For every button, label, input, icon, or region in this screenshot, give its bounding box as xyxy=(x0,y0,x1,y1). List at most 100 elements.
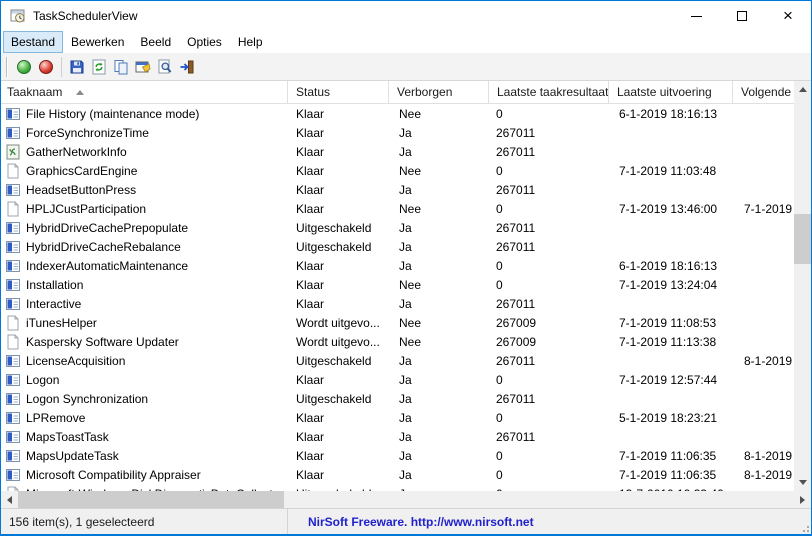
task-nextrun xyxy=(733,104,794,123)
table-row[interactable]: GatherNetworkInfo Klaar Ja 267011 xyxy=(1,142,794,161)
column-label: Verborgen xyxy=(397,85,453,99)
table-row[interactable]: Microsoft-Windows-DiskDiagnosticDataColl… xyxy=(1,484,794,491)
exit-icon xyxy=(180,60,194,73)
task-nextrun xyxy=(733,313,794,332)
task-result: 0 xyxy=(489,484,609,492)
task-hidden: Nee xyxy=(399,334,422,349)
task-hidden: Ja xyxy=(399,182,412,197)
column-header-verborgen[interactable]: Verborgen xyxy=(389,81,489,103)
column-label: Laatste taakresultaat xyxy=(497,85,609,99)
task-nextrun xyxy=(733,332,794,351)
task-hidden: Ja xyxy=(399,296,412,311)
find-icon xyxy=(158,59,172,73)
task-lastrun xyxy=(609,123,733,142)
task-nextrun xyxy=(733,294,794,313)
menu-item-beeld[interactable]: Beeld xyxy=(132,31,179,53)
table-row[interactable]: MapsUpdateTask Klaar Ja 0 7-1-2019 11:06… xyxy=(1,446,794,465)
find-button[interactable] xyxy=(154,56,176,78)
column-label: Status xyxy=(296,85,331,99)
table-row[interactable]: MapsToastTask Klaar Ja 267011 xyxy=(1,427,794,446)
task-hidden: Ja xyxy=(399,372,412,387)
column-header-laatste-taakresultaat[interactable]: Laatste taakresultaat xyxy=(489,81,609,103)
column-label: Taaknaam xyxy=(7,85,63,99)
task-lastrun: 7-1-2019 13:46:00 xyxy=(619,201,718,216)
menu-item-bestand[interactable]: Bestand xyxy=(3,31,64,53)
menu-item-bewerken[interactable]: Bewerken xyxy=(63,31,132,53)
task-lastrun xyxy=(609,351,733,370)
task-nextrun xyxy=(733,427,794,446)
table-row[interactable]: Logon Synchronization Uitgeschakeld Ja 2… xyxy=(1,389,794,408)
table-row[interactable]: iTunesHelper Wordt uitgevo... Nee 267009… xyxy=(1,313,794,332)
run-task-button[interactable] xyxy=(13,56,35,78)
scroll-down-arrow[interactable] xyxy=(794,474,811,491)
copy-button[interactable] xyxy=(110,56,132,78)
properties-button[interactable] xyxy=(132,56,154,78)
nirsoft-link[interactable]: NirSoft Freeware. http://www.nirsoft.net xyxy=(308,515,534,529)
horizontal-scroll-thumb[interactable] xyxy=(18,491,284,508)
task-lastrun xyxy=(609,427,733,446)
save-report-button[interactable] xyxy=(66,56,88,78)
table-row[interactable]: Microsoft Compatibility Appraiser Klaar … xyxy=(1,465,794,484)
table-row[interactable]: IndexerAutomaticMaintenance Klaar Ja 0 6… xyxy=(1,256,794,275)
close-button[interactable]: × xyxy=(765,1,811,31)
menu-item-opties[interactable]: Opties xyxy=(179,31,230,53)
task-result: 267011 xyxy=(496,429,536,444)
task-icon xyxy=(5,182,21,198)
task-lastrun: 7-1-2019 12:57:44 xyxy=(619,372,718,387)
column-header-status[interactable]: Status xyxy=(288,81,389,103)
refresh-icon xyxy=(92,59,106,74)
task-nextrun: 7-1-2019 1 xyxy=(744,201,794,216)
minimize-button[interactable] xyxy=(673,1,719,31)
table-row[interactable]: LicenseAcquisition Uitgeschakeld Ja 2670… xyxy=(1,351,794,370)
task-nextrun xyxy=(733,237,794,256)
task-name: LPRemove xyxy=(26,410,86,425)
table-row[interactable]: Kaspersky Software Updater Wordt uitgevo… xyxy=(1,332,794,351)
toolbar-grip xyxy=(6,56,8,77)
task-name: Kaspersky Software Updater xyxy=(26,334,179,349)
task-hidden: Ja xyxy=(399,467,412,482)
task-result: 267011 xyxy=(496,353,536,368)
maximize-button[interactable] xyxy=(719,1,765,31)
task-name: IndexerAutomaticMaintenance xyxy=(26,258,189,273)
task-list: Taaknaam Status Verborgen Laatste taakresul… xyxy=(1,81,811,508)
menu-item-help[interactable]: Help xyxy=(230,31,271,53)
table-row[interactable]: File History (maintenance mode) Klaar Ne… xyxy=(1,104,794,123)
maximize-icon xyxy=(737,11,747,21)
column-header-taaknaam[interactable]: Taaknaam xyxy=(1,81,288,103)
table-row[interactable]: HPLJCustParticipation Klaar Nee 0 7-1-20… xyxy=(1,199,794,218)
table-row[interactable]: HybridDriveCacheRebalance Uitgeschakeld … xyxy=(1,237,794,256)
stop-task-button[interactable] xyxy=(35,56,57,78)
scroll-up-arrow[interactable] xyxy=(794,81,811,98)
table-row[interactable]: Installation Klaar Nee 0 7-1-2019 13:24:… xyxy=(1,275,794,294)
task-hidden: Nee xyxy=(399,277,422,292)
table-row[interactable]: HybridDriveCachePrepopulate Uitgeschakel… xyxy=(1,218,794,237)
properties-icon xyxy=(135,61,151,73)
task-name: iTunesHelper xyxy=(26,315,97,330)
vertical-scrollbar[interactable] xyxy=(794,81,811,491)
doc-icon xyxy=(5,334,21,350)
horizontal-scrollbar[interactable] xyxy=(1,491,811,508)
task-status: Wordt uitgevo... xyxy=(296,315,380,330)
table-row[interactable]: HeadsetButtonPress Klaar Ja 267011 xyxy=(1,180,794,199)
task-status: Klaar xyxy=(296,163,325,178)
task-result: 267011 xyxy=(496,296,536,311)
column-header-volgende[interactable]: Volgende xyxy=(733,81,794,103)
scroll-right-arrow[interactable] xyxy=(794,491,811,508)
task-status: Uitgeschakeld xyxy=(296,353,372,368)
table-row[interactable]: LPRemove Klaar Ja 0 5-1-2019 18:23:21 xyxy=(1,408,794,427)
resize-grip-icon[interactable] xyxy=(799,522,809,532)
task-status: Klaar xyxy=(296,429,325,444)
table-row[interactable]: GraphicsCardEngine Klaar Nee 0 7-1-2019 … xyxy=(1,161,794,180)
vertical-scroll-thumb[interactable] xyxy=(794,214,811,264)
column-header-laatste-uitvoering[interactable]: Laatste uitvoering xyxy=(609,81,733,103)
task-icon xyxy=(5,448,21,464)
exit-button[interactable] xyxy=(176,56,198,78)
task-lastrun: 7-1-2019 11:03:48 xyxy=(619,163,717,178)
scroll-left-arrow[interactable] xyxy=(1,491,18,508)
down-triangle-icon xyxy=(798,480,807,485)
table-row[interactable]: Interactive Klaar Ja 267011 xyxy=(1,294,794,313)
table-row[interactable]: Logon Klaar Ja 0 7-1-2019 12:57:44 xyxy=(1,370,794,389)
table-row[interactable]: ForceSynchronizeTime Klaar Ja 267011 xyxy=(1,123,794,142)
refresh-button[interactable] xyxy=(88,56,110,78)
task-hidden: Nee xyxy=(399,163,422,178)
